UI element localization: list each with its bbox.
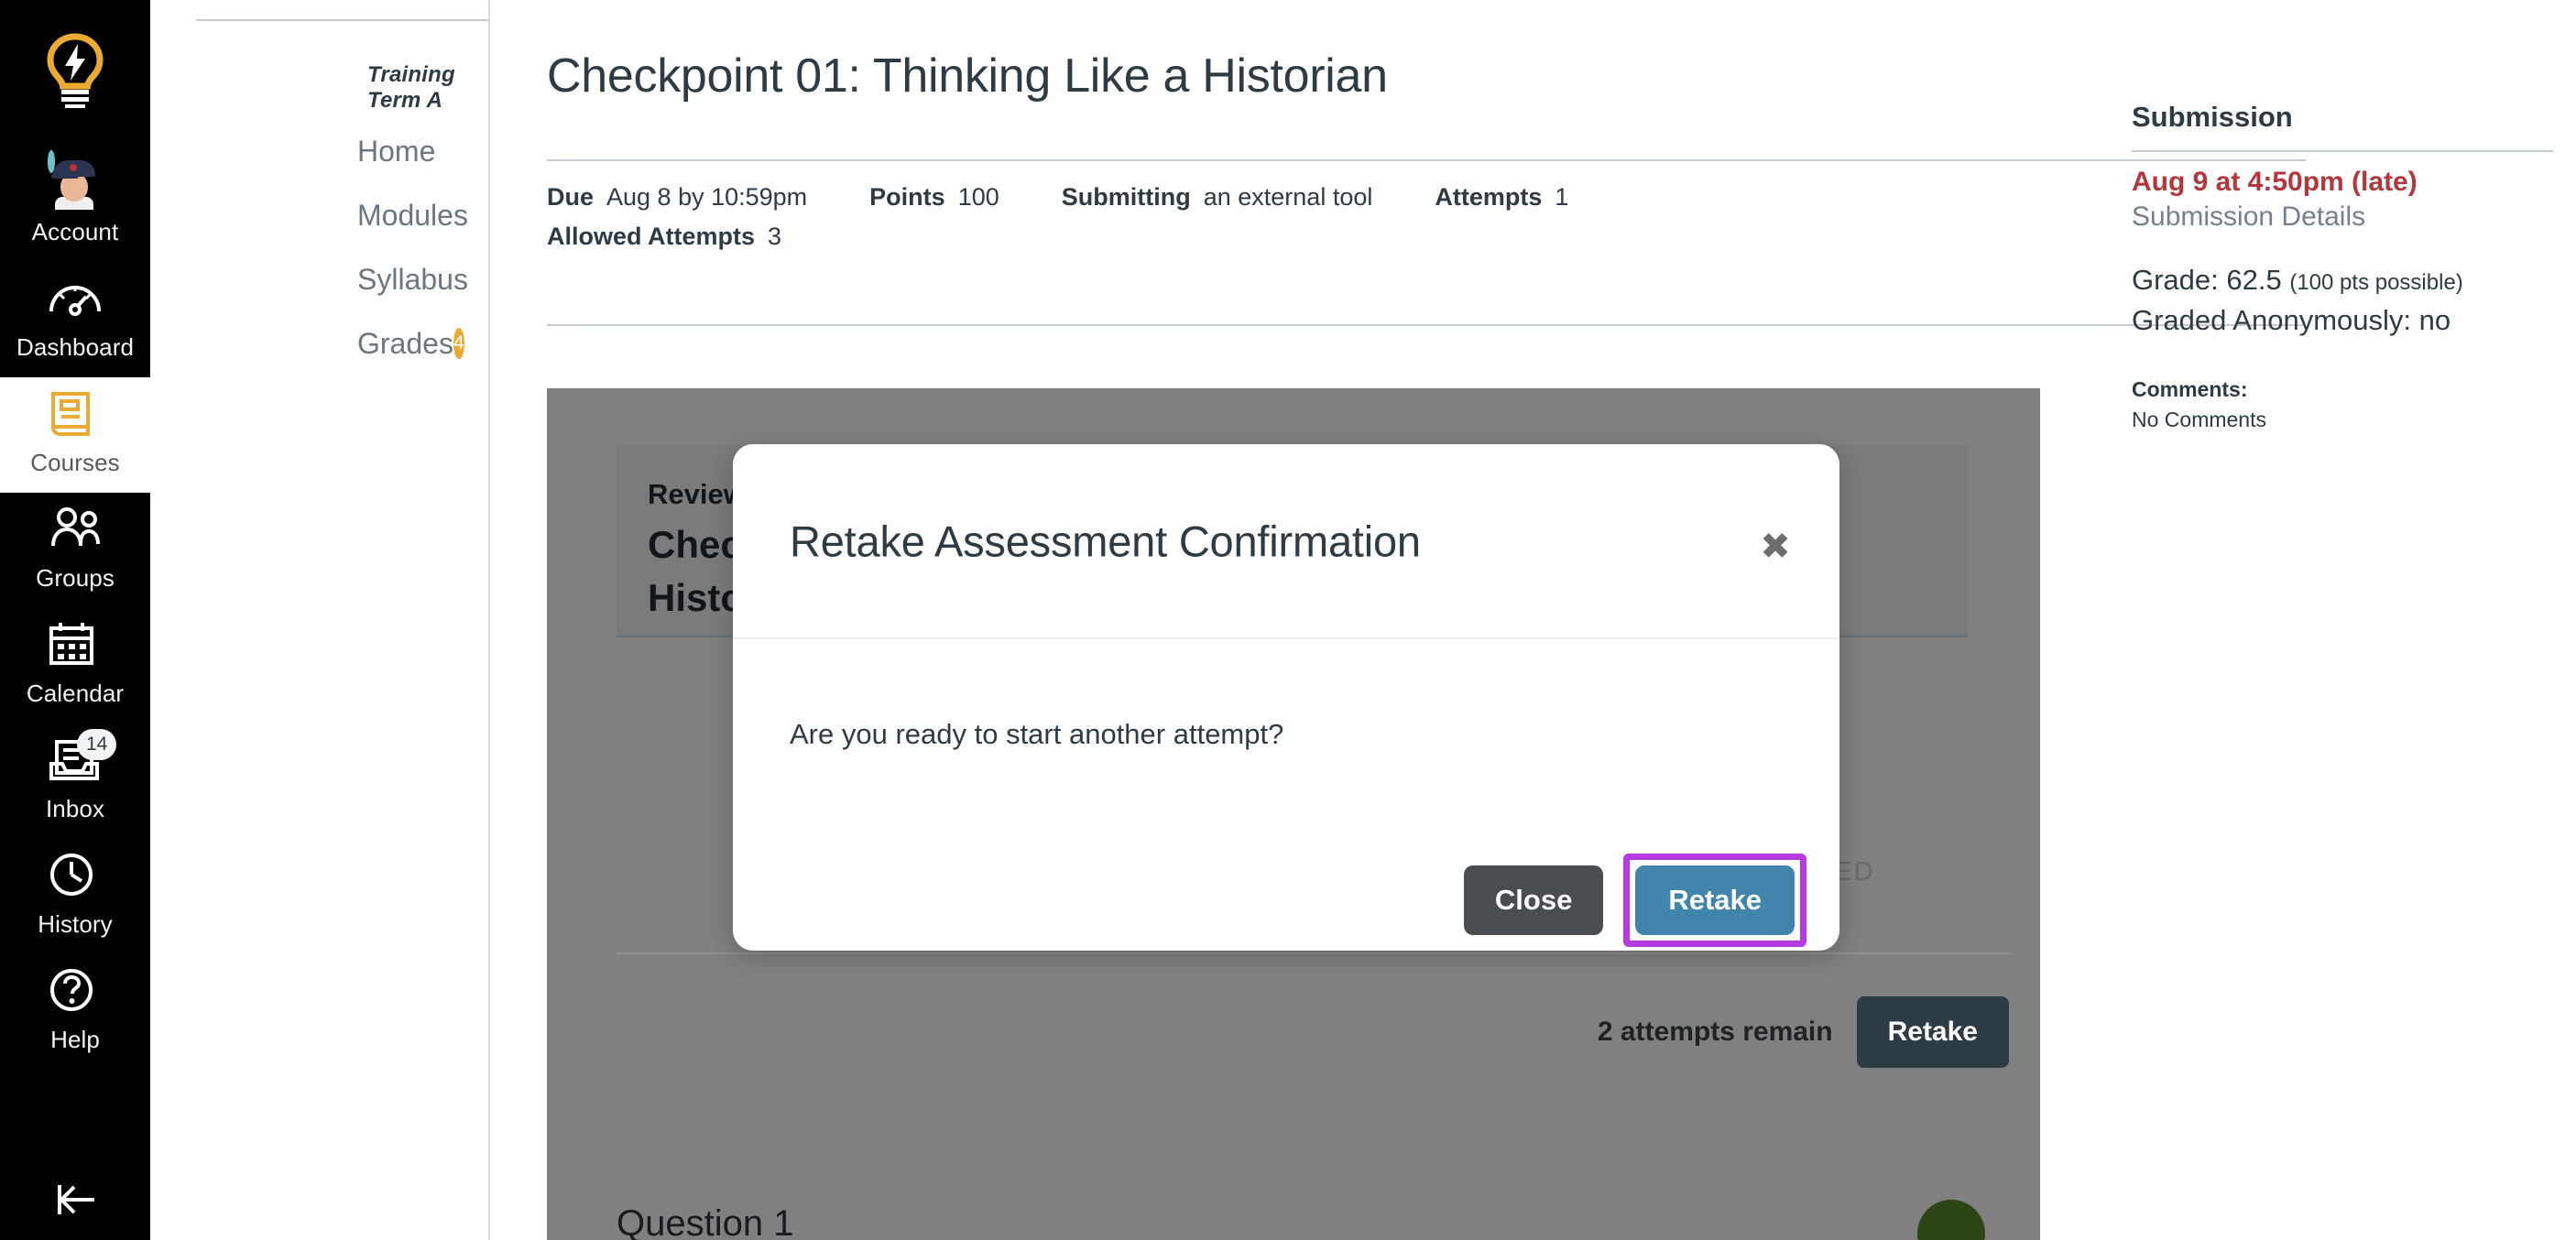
tool-divider — [617, 952, 2011, 954]
dialog-title: Retake Assessment Confirmation — [790, 517, 1421, 566]
dialog-body: Are you ready to start another attempt? — [733, 639, 1839, 850]
course-nav-label-modules: Modules — [357, 199, 468, 232]
global-nav-label-courses: Courses — [30, 449, 120, 476]
dashboard-gauge-icon — [48, 275, 103, 326]
global-nav-item-inbox[interactable]: 14 Inbox — [0, 723, 150, 839]
retake-button[interactable]: Retake — [1635, 865, 1795, 935]
global-nav-label-dashboard: Dashboard — [16, 333, 135, 361]
global-nav-item-groups[interactable]: Groups — [0, 493, 150, 608]
groups-people-icon — [48, 506, 103, 557]
details-divider-bottom — [547, 324, 2306, 326]
submission-details-link[interactable]: Submission Details — [2132, 201, 2553, 233]
submission-divider — [2132, 150, 2553, 152]
course-nav-divider — [196, 19, 488, 21]
detail-allowed-attempts: Allowed Attempts 3 — [547, 223, 781, 251]
collapse-global-nav-button[interactable] — [0, 1180, 150, 1240]
user-avatar-icon — [48, 150, 103, 211]
global-nav-item-account[interactable]: Account — [0, 141, 150, 262]
detail-due: Due Aug 8 by 10:59pm — [547, 183, 807, 212]
detail-label-due: Due — [547, 183, 595, 211]
course-term-label: Training Term A — [367, 62, 455, 113]
detail-points: Points 100 — [869, 183, 999, 212]
course-nav-label-syllabus: Syllabus — [357, 263, 468, 296]
detail-value-due: Aug 8 by 10:59pm — [606, 183, 808, 211]
global-nav-label-account: Account — [31, 218, 119, 245]
assignment-details-row-2: Allowed Attempts 3 — [547, 223, 1631, 251]
detail-value-allowed-attempts: 3 — [768, 223, 782, 250]
submission-grade-possible: (100 pts possible) — [2289, 270, 2463, 295]
details-divider-top — [547, 159, 2306, 161]
dialog-header: Retake Assessment Confirmation ✖ — [733, 444, 1839, 639]
global-nav-label-history: History — [38, 910, 113, 938]
courses-book-icon — [48, 390, 103, 441]
course-nav-item-home[interactable]: Home — [150, 119, 490, 183]
detail-submitting: Submitting an external tool — [1062, 183, 1373, 212]
institution-logo[interactable] — [0, 0, 150, 141]
detail-label-attempts: Attempts — [1435, 183, 1543, 211]
global-nav-item-calendar[interactable]: Calendar — [0, 608, 150, 723]
question-label: Question 1 — [617, 1203, 794, 1240]
global-nav-label-groups: Groups — [36, 564, 115, 592]
page-title: Checkpoint 01: Thinking Like a Historian — [547, 49, 1388, 103]
attempts-remain-text: 2 attempts remain — [1597, 1017, 1833, 1047]
course-nav-item-syllabus[interactable]: Syllabus — [150, 247, 490, 311]
submission-sidebar: Submission Aug 9 at 4:50pm (late) Submis… — [2132, 101, 2553, 432]
course-navigation: Training Term A Home Modules Syllabus Gr… — [150, 0, 490, 1240]
submission-comments-heading: Comments: — [2132, 377, 2248, 401]
dialog-footer: Close Retake — [733, 850, 1839, 951]
submission-timestamp: Aug 9 at 4:50pm (late) — [2132, 167, 2418, 197]
assignment-details-row-1: Due Aug 8 by 10:59pm Points 100 Submitti… — [547, 183, 1631, 212]
detail-label-points: Points — [869, 183, 945, 211]
global-nav-item-history[interactable]: History — [0, 839, 150, 954]
retake-confirmation-dialog: Retake Assessment Confirmation ✖ Are you… — [733, 444, 1839, 951]
app-root: Account Dashboard Courses Groups Calenda… — [0, 0, 2576, 1240]
assignment-details: Due Aug 8 by 10:59pm Points 100 Submitti… — [547, 183, 1631, 262]
detail-value-attempts: 1 — [1555, 183, 1569, 211]
global-nav-item-courses[interactable]: Courses — [0, 377, 150, 493]
global-nav-label-calendar: Calendar — [26, 680, 125, 707]
course-nav-list: Home Modules Syllabus Grades 4 — [150, 119, 490, 375]
dialog-message: Are you ready to start another attempt? — [790, 718, 1284, 750]
course-nav-item-modules[interactable]: Modules — [150, 183, 490, 247]
course-nav-item-grades[interactable]: Grades 4 — [150, 311, 490, 375]
detail-value-points: 100 — [957, 183, 999, 211]
course-nav-label-grades: Grades — [357, 327, 453, 360]
history-clock-icon — [48, 852, 103, 903]
lightbulb-logo-icon — [47, 33, 104, 108]
close-x-icon[interactable]: ✖ — [1755, 527, 1796, 567]
retake-row: 2 attempts remain Retake — [1598, 996, 2009, 1068]
help-question-icon — [48, 967, 103, 1018]
inbox-unread-badge: 14 — [77, 729, 117, 760]
global-nav-label-help: Help — [50, 1026, 100, 1053]
detail-label-allowed-attempts: Allowed Attempts — [547, 223, 756, 250]
submission-heading: Submission — [2132, 101, 2293, 133]
detail-value-submitting: an external tool — [1203, 183, 1373, 211]
detail-label-submitting: Submitting — [1061, 183, 1191, 211]
close-button[interactable]: Close — [1463, 865, 1604, 935]
submission-grade: Grade: 62.5 (100 pts possible) — [2132, 264, 2553, 297]
submission-grade-value: Grade: 62.5 — [2132, 264, 2282, 296]
retake-button-focus-ring: Retake — [1623, 854, 1806, 947]
global-nav-label-inbox: Inbox — [45, 795, 105, 822]
submission-graded-anonymously: Graded Anonymously: no — [2132, 304, 2451, 336]
calendar-icon — [48, 621, 103, 672]
grades-badge: 4 — [453, 328, 464, 359]
submission-comments-value: No Comments — [2132, 408, 2266, 431]
retake-button-background[interactable]: Retake — [1856, 996, 2009, 1068]
course-nav-label-home: Home — [357, 135, 436, 168]
global-nav-item-help[interactable]: Help — [0, 954, 150, 1070]
collapse-arrow-left-icon — [58, 1185, 94, 1214]
question-score-badge — [1917, 1200, 1985, 1240]
avatar — [48, 150, 95, 210]
global-nav-item-dashboard[interactable]: Dashboard — [0, 262, 150, 377]
global-navigation: Account Dashboard Courses Groups Calenda… — [0, 0, 150, 1240]
detail-attempts: Attempts 1 — [1435, 183, 1568, 212]
